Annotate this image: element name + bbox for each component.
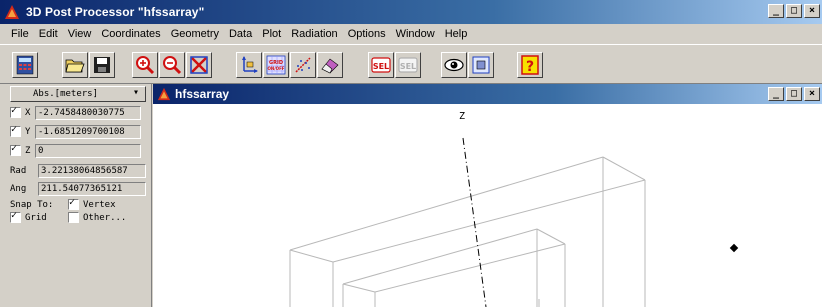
snap-row-2: Grid Other... [10, 210, 127, 223]
zoom-out-button[interactable] [159, 52, 185, 78]
zoom-fit-icon [190, 56, 208, 74]
select-button[interactable]: SEL [368, 52, 394, 78]
deselect-icon-text: SEL [400, 62, 416, 71]
eraser-icon [321, 58, 339, 74]
zoom-out-icon [163, 56, 182, 75]
menu-data[interactable]: Data [224, 28, 257, 40]
viewport-minimize-button[interactable]: _ [768, 87, 784, 101]
menu-view[interactable]: View [63, 28, 97, 40]
viewport-maximize-button[interactable]: □ [786, 87, 802, 101]
open-folder-icon [65, 59, 85, 73]
viewport-close-button[interactable]: × [804, 87, 820, 101]
eraser-button[interactable] [317, 52, 343, 78]
app-titlebar: 3D Post Processor "hfssarray" _ □ × [0, 0, 822, 24]
menu-window[interactable]: Window [391, 28, 440, 40]
save-button[interactable] [89, 52, 115, 78]
grid-toggle-button[interactable]: GRID ON/OFF [263, 52, 289, 78]
grid-toggle-text-bottom: ON/OFF [267, 66, 284, 71]
minimize-button[interactable]: _ [768, 4, 784, 18]
z-label: Z [25, 145, 31, 156]
ang-label: Ang [10, 183, 27, 194]
viewport-titlebar: hfssarray _ □ × [153, 84, 822, 104]
menu-plot[interactable]: Plot [257, 28, 286, 40]
calculator-icon [16, 55, 34, 75]
units-dropdown[interactable]: Abs.[meters] ▾ [10, 86, 146, 102]
menu-file[interactable]: File [6, 28, 34, 40]
other-checkbox[interactable] [68, 212, 79, 223]
vertex-marker [729, 243, 739, 253]
grid-checkbox[interactable] [10, 210, 21, 223]
viewport-title: hfssarray [175, 87, 230, 101]
menu-edit[interactable]: Edit [34, 28, 63, 40]
zoom-in-button[interactable] [132, 52, 158, 78]
x-coordinate-row: X -2.7458480030775 [10, 105, 141, 120]
rad-row: Rad 3.22138064856587 [10, 163, 146, 178]
app-title: 3D Post Processor "hfssarray" [26, 5, 205, 19]
ang-row: Ang 211.54077365121 [10, 181, 146, 196]
open-button[interactable] [62, 52, 88, 78]
deselect-icon: SEL [398, 57, 418, 73]
rad-label: Rad [10, 165, 27, 176]
viewport-logo-icon [157, 87, 171, 101]
help-button[interactable]: ? [517, 52, 543, 78]
maximize-button[interactable]: □ [786, 4, 802, 18]
menu-bar: File Edit View Coordinates Geometry Data… [0, 24, 822, 44]
select-icon: SEL [371, 57, 391, 73]
z-coordinate-field[interactable]: 0 [35, 143, 141, 158]
snap-row: Snap To: Vertex [10, 197, 116, 210]
help-icon-text: ? [526, 59, 534, 75]
x-coordinate-field[interactable]: -2.7458480030775 [35, 105, 141, 120]
menu-help[interactable]: Help [440, 28, 473, 40]
y-lock-checkbox[interactable] [10, 124, 21, 137]
vertex-label: Vertex [83, 199, 116, 210]
y-coordinate-field[interactable]: -1.6851209700108 [35, 124, 141, 139]
view-box-button[interactable] [468, 52, 494, 78]
help-icon: ? [521, 55, 539, 75]
app-logo-icon [5, 5, 19, 19]
z-axis-label: Z [459, 111, 466, 122]
box-wireframe [289, 156, 646, 307]
view-box-icon [472, 56, 490, 74]
scatter-button[interactable] [290, 52, 316, 78]
toolbar: GRID ON/OFF SEL SEL ? [0, 44, 822, 84]
view-eye-icon [444, 58, 464, 72]
calculator-button[interactable] [12, 52, 38, 78]
y-label: Y [25, 126, 31, 137]
other-label: Other... [83, 212, 127, 223]
ang-field[interactable]: 211.54077365121 [38, 181, 146, 196]
window-controls: _ □ × [768, 4, 820, 18]
units-dropdown-value: Abs.[meters] [33, 89, 99, 99]
dropdown-arrow-icon: ▾ [132, 87, 139, 98]
grid-toggle-icon: GRID ON/OFF [266, 55, 286, 75]
grid-label: Grid [25, 212, 47, 223]
y-coordinate-row: Y -1.6851209700108 [10, 124, 141, 139]
menu-geometry[interactable]: Geometry [166, 28, 224, 40]
menu-radiation[interactable]: Radiation [286, 28, 342, 40]
save-icon [94, 57, 110, 73]
deselect-button[interactable]: SEL [395, 52, 421, 78]
geometry-drawing [289, 137, 739, 307]
axes-button[interactable] [236, 52, 262, 78]
zoom-fit-button[interactable] [186, 52, 212, 78]
x-label: X [25, 107, 31, 118]
menu-coordinates[interactable]: Coordinates [96, 28, 165, 40]
3d-viewport-canvas[interactable]: Z [153, 104, 822, 307]
rad-field[interactable]: 3.22138064856587 [38, 163, 146, 178]
select-icon-text: SEL [373, 62, 389, 71]
snap-to-label: Snap To: [10, 199, 54, 210]
coordinate-panel: Abs.[meters] ▾ X -2.7458480030775 Y -1.6… [0, 84, 152, 307]
z-lock-checkbox[interactable] [10, 143, 21, 156]
vertex-checkbox[interactable] [68, 197, 79, 210]
x-lock-checkbox[interactable] [10, 105, 21, 118]
zoom-in-icon [136, 56, 155, 75]
viewport-window-controls: _ □ × [768, 87, 820, 101]
axes-icon [242, 56, 258, 73]
viewport-window: hfssarray _ □ × Z [153, 84, 822, 307]
view-eye-button[interactable] [441, 52, 467, 78]
menu-options[interactable]: Options [343, 28, 391, 40]
scatter-icon [295, 57, 311, 73]
z-coordinate-row: Z 0 [10, 143, 141, 158]
close-button[interactable]: × [804, 4, 820, 18]
